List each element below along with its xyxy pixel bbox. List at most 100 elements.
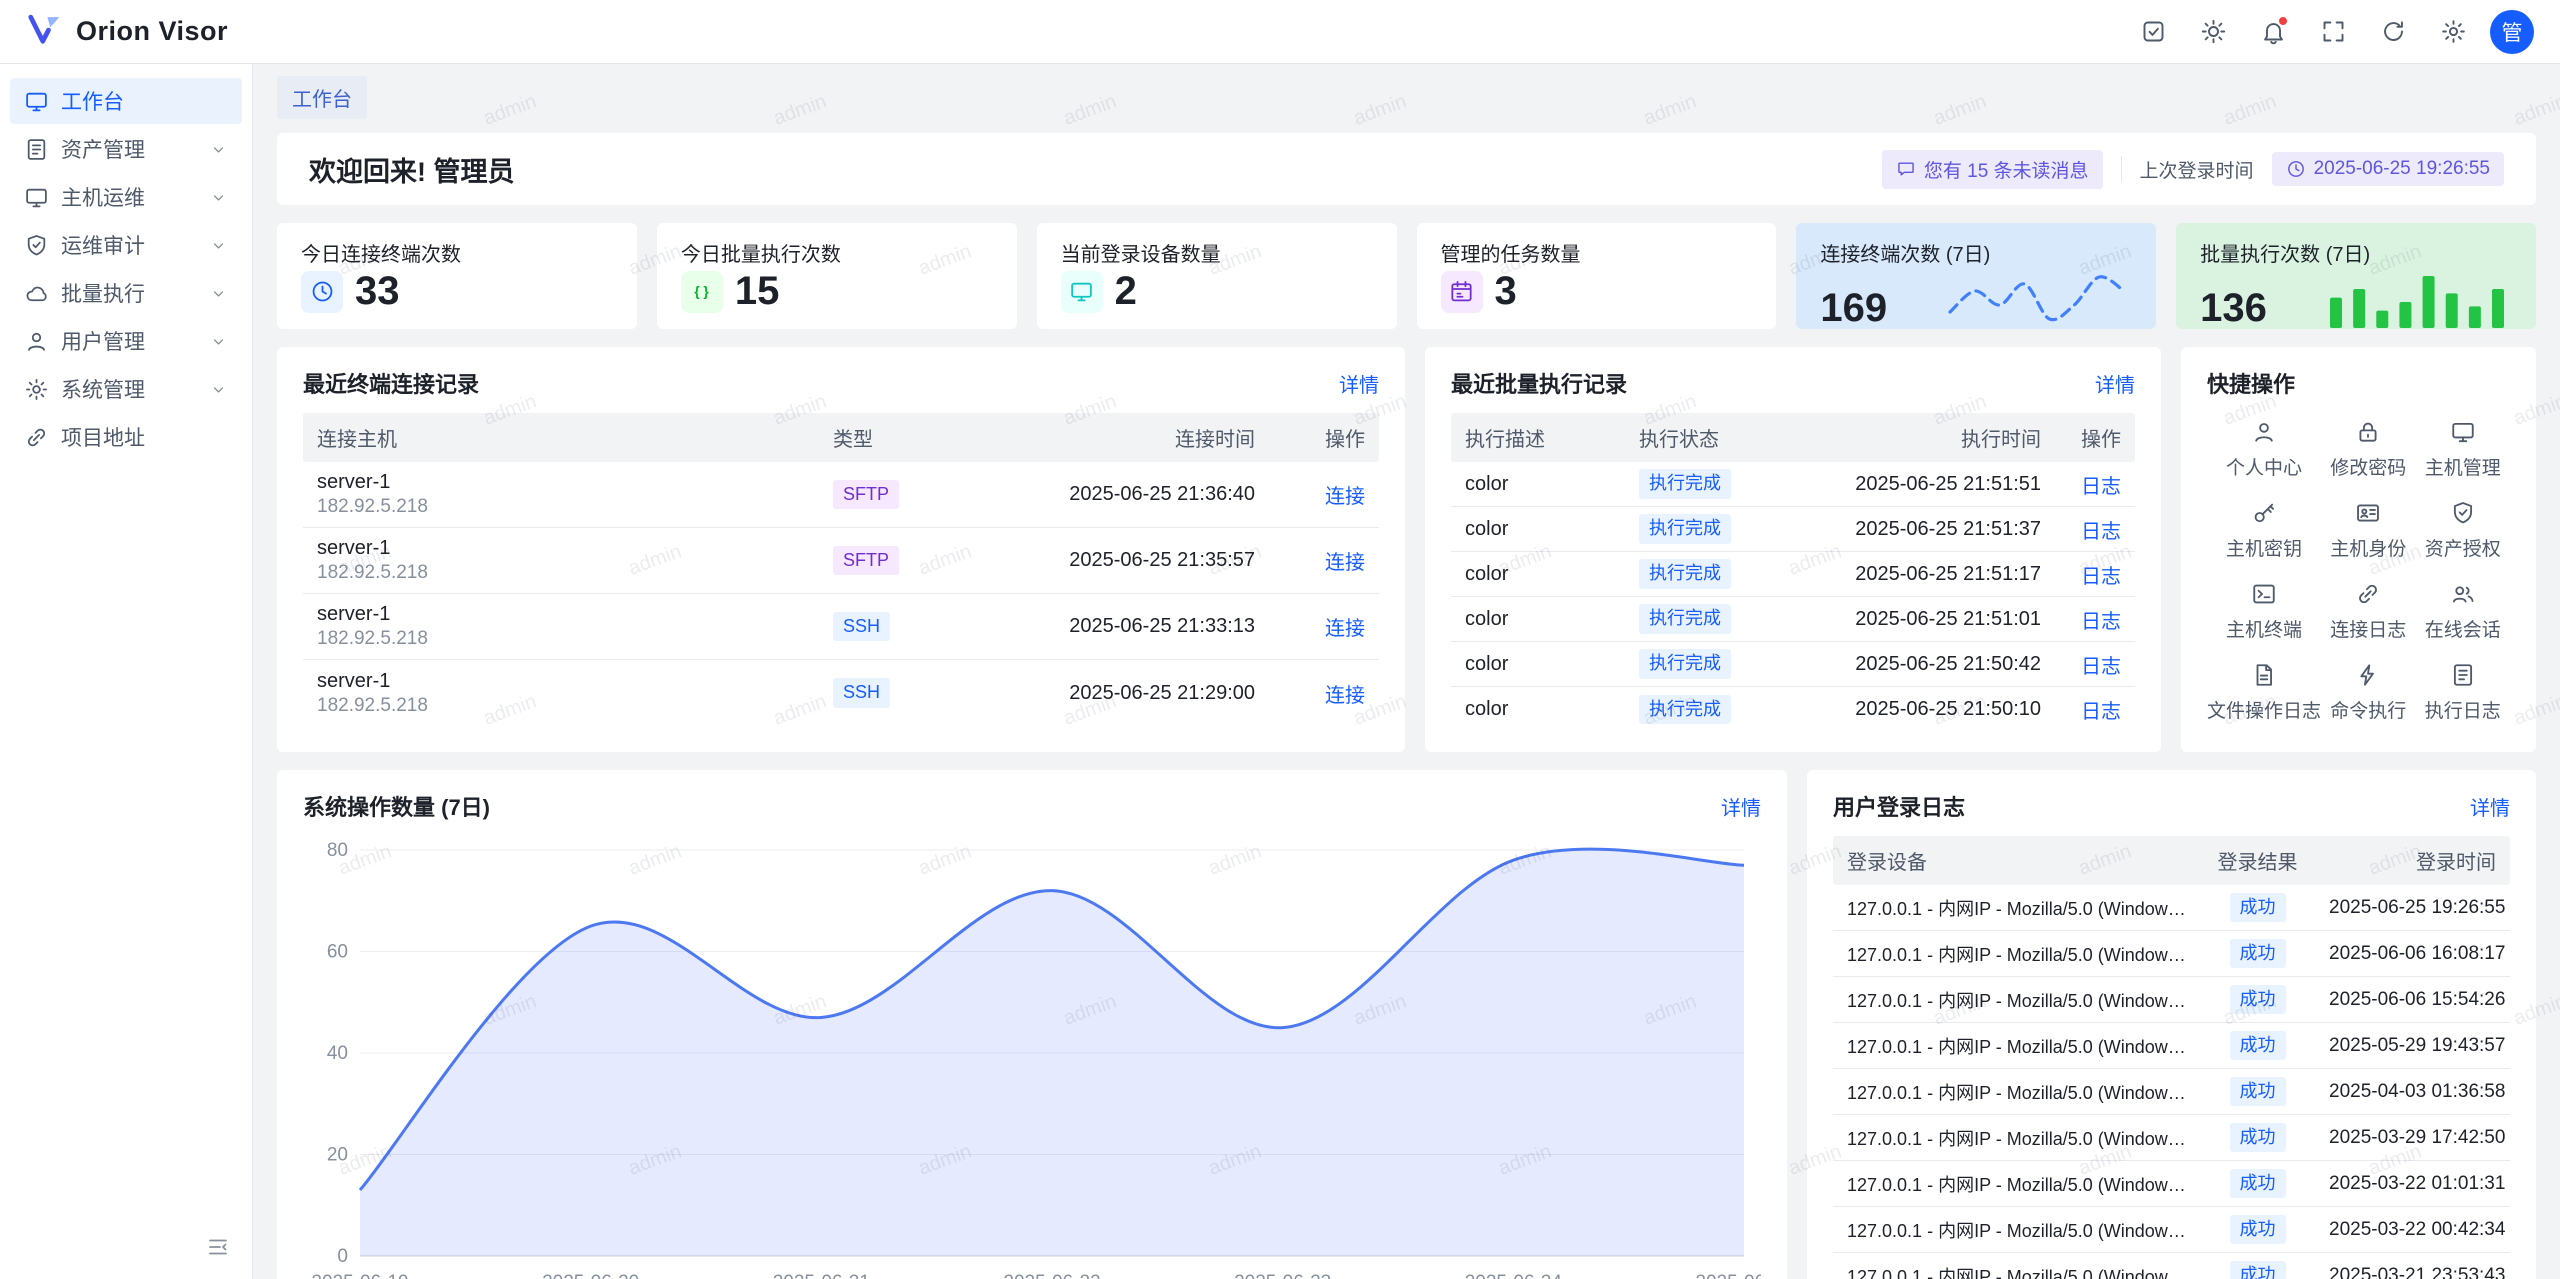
connect-link[interactable]: 连接 [1325, 618, 1365, 640]
body: 工作台资产管理主机运维运维审计批量执行用户管理系统管理项目地址 adminadm… [0, 64, 2560, 1279]
connect-link[interactable]: 连接 [1325, 486, 1365, 508]
table-row: 127.0.0.1 - 内网IP - Mozilla/5.0 (Windows … [1833, 885, 2510, 931]
sidebar-item-workbench[interactable]: 工作台 [10, 78, 242, 124]
quick-op-label: 主机密钥 [2226, 534, 2302, 561]
sidebar-item-project-url[interactable]: 项目地址 [10, 414, 242, 460]
sidebar-item-label: 工作台 [61, 86, 228, 116]
connect-link[interactable]: 连接 [1325, 685, 1365, 707]
unread-messages-pill[interactable]: 您有 15 条未读消息 [1882, 150, 2103, 189]
svg-text:{ }: { } [695, 284, 710, 299]
login-logs-card: 用户登录日志 详情 登录设备登录结果登录时间127.0.0.1 - 内网IP -… [1807, 770, 2536, 1279]
exec-records-detail-link[interactable]: 详情 [2095, 369, 2135, 398]
connect-time: 2025-06-25 21:29:00 [969, 682, 1269, 705]
login-logs-detail-link[interactable]: 详情 [2470, 792, 2510, 821]
exec-time: 2025-06-25 21:51:01 [1785, 608, 2055, 631]
quick-op-exec-logs[interactable]: 执行日志 [2416, 662, 2511, 723]
check-square-icon[interactable] [2130, 9, 2176, 55]
login-time: 2025-03-22 00:42:34 [2315, 1219, 2510, 1241]
svg-text:2025-06-22: 2025-06-22 [1003, 1272, 1100, 1279]
terminal-records-detail-link[interactable]: 详情 [1339, 369, 1379, 398]
host-ip: 182.92.5.218 [317, 694, 805, 718]
app-root: Orion Visor 管 工作台资产管理主机运维运维审计批量执行用户管理系统管… [0, 0, 2560, 1279]
table-row: color执行完成2025-06-25 21:51:01日志 [1451, 597, 2135, 642]
log-link[interactable]: 日志 [2081, 611, 2121, 633]
login-device: 127.0.0.1 - 内网IP - Mozilla/5.0 (Windows … [1833, 987, 2200, 1013]
type-tag: SFTP [833, 546, 899, 575]
exec-time: 2025-06-25 21:50:10 [1785, 698, 2055, 721]
user-avatar[interactable]: 管 [2490, 10, 2534, 54]
quick-op-file-operation-logs[interactable]: 文件操作日志 [2207, 662, 2321, 723]
quick-op-host-identity[interactable]: 主机身份 [2321, 500, 2415, 561]
exec-records-card: 最近批量执行记录 详情 执行描述执行状态执行时间操作color执行完成2025-… [1425, 347, 2161, 752]
refresh-icon[interactable] [2370, 9, 2416, 55]
sidebar-item-system-management[interactable]: 系统管理 [10, 366, 242, 412]
sidebar-item-label: 运维审计 [61, 230, 197, 260]
quick-op-online-sessions[interactable]: 在线会话 [2416, 581, 2511, 642]
connect-link[interactable]: 连接 [1325, 552, 1365, 574]
login-logs-title: 用户登录日志 [1833, 790, 1965, 822]
type-tag: SFTP [833, 480, 899, 509]
sidebar-item-ops-audit[interactable]: 运维审计 [10, 222, 242, 268]
log-link[interactable]: 日志 [2081, 701, 2121, 723]
table-row: 127.0.0.1 - 内网IP - Mozilla/5.0 (Windows … [1833, 931, 2510, 977]
user-icon [24, 329, 49, 354]
login-device: 127.0.0.1 - 内网IP - Mozilla/5.0 (Windows … [1833, 1079, 2200, 1105]
quick-op-host-terminal[interactable]: 主机终端 [2207, 581, 2321, 642]
log-link[interactable]: 日志 [2081, 476, 2121, 498]
login-time: 2025-06-06 16:08:17 [2315, 943, 2510, 965]
breadcrumb-item-workbench[interactable]: 工作台 [277, 76, 367, 119]
monitor-icon [24, 185, 49, 210]
quick-op-change-password[interactable]: 修改密码 [2321, 419, 2415, 480]
sidebar-item-asset-management[interactable]: 资产管理 [10, 126, 242, 172]
clock-icon [301, 271, 343, 313]
status-tag: 执行完成 [1639, 514, 1731, 543]
table-row: 127.0.0.1 - 内网IP - Mozilla/5.0 (Windows … [1833, 1115, 2510, 1161]
quick-op-asset-authorization[interactable]: 资产授权 [2416, 500, 2511, 561]
settings-gear-icon[interactable] [2430, 9, 2476, 55]
exec-records-title: 最近批量执行记录 [1451, 367, 1627, 399]
quick-op-label: 个人中心 [2226, 453, 2302, 480]
log-link[interactable]: 日志 [2081, 566, 2121, 588]
fullscreen-icon[interactable] [2310, 9, 2356, 55]
quick-op-personal-center[interactable]: 个人中心 [2207, 419, 2321, 480]
exec-time: 2025-06-25 21:51:17 [1785, 563, 2055, 586]
table-row: color执行完成2025-06-25 21:50:10日志 [1451, 687, 2135, 732]
table-row: 127.0.0.1 - 内网IP - Mozilla/5.0 (Windows … [1833, 977, 2510, 1023]
svg-text:60: 60 [327, 942, 348, 963]
stat-card-4: 连接终端次数 (7日)169 [1796, 223, 2156, 329]
welcome-card: 欢迎回来! 管理员 您有 15 条未读消息 上次登录时间 2025-06-25 … [277, 133, 2536, 205]
stat-label: 连接终端次数 (7日) [1820, 238, 2132, 267]
stat-card-2: 当前登录设备数量2 [1037, 223, 1397, 329]
terminal-records-card: 最近终端连接记录 详情 连接主机类型连接时间操作server-1182.92.5… [277, 347, 1405, 752]
login-time: 2025-03-22 01:01:31 [2315, 1173, 2510, 1195]
exec-desc: color [1451, 563, 1625, 586]
table-row: 127.0.0.1 - 内网IP - Mozilla/5.0 (Windows … [1833, 1207, 2510, 1253]
host-name: server-1 [317, 602, 805, 627]
system-ops-detail-link[interactable]: 详情 [1721, 792, 1761, 821]
stat-label: 当前登录设备数量 [1061, 238, 1373, 267]
quick-ops-title: 快捷操作 [2207, 367, 2295, 399]
sidebar-item-batch-exec[interactable]: 批量执行 [10, 270, 242, 316]
collapse-sidebar-icon[interactable] [198, 1227, 238, 1267]
type-tag: SSH [833, 612, 890, 641]
svg-text:20: 20 [327, 1145, 348, 1166]
log-link[interactable]: 日志 [2081, 656, 2121, 678]
sidebar-item-label: 系统管理 [61, 374, 197, 404]
notification-bell-icon[interactable] [2250, 9, 2296, 55]
quick-op-host-keys[interactable]: 主机密钥 [2207, 500, 2321, 561]
quick-op-host-management[interactable]: 主机管理 [2416, 419, 2511, 480]
theme-sun-icon[interactable] [2190, 9, 2236, 55]
quick-op-connect-logs[interactable]: 连接日志 [2321, 581, 2415, 642]
stat-value: 136 [2200, 286, 2267, 331]
welcome-title: 欢迎回来! 管理员 [309, 150, 515, 189]
result-tag: 成功 [2230, 1261, 2286, 1279]
brand[interactable]: Orion Visor [26, 10, 228, 53]
sidebar-item-host-ops[interactable]: 主机运维 [10, 174, 242, 220]
sidebar-item-user-management[interactable]: 用户管理 [10, 318, 242, 364]
result-tag: 成功 [2230, 1215, 2286, 1244]
log-link[interactable]: 日志 [2081, 521, 2121, 543]
quick-op-label: 在线会话 [2425, 615, 2501, 642]
topbar: Orion Visor 管 [0, 0, 2560, 64]
stat-card-1: 今日批量执行次数{ }15 [657, 223, 1017, 329]
quick-op-command-exec[interactable]: 命令执行 [2321, 662, 2415, 723]
